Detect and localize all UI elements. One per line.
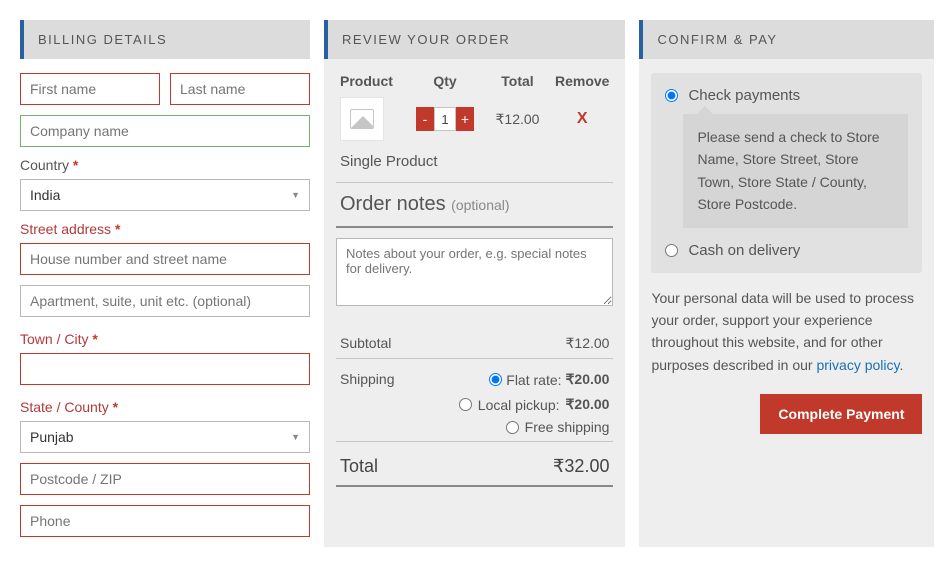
shipping-radio-local[interactable] bbox=[459, 398, 472, 411]
col-qty: Qty bbox=[410, 73, 480, 89]
product-name: Single Product bbox=[336, 151, 613, 178]
payment-option-cod[interactable]: Cash on delivery bbox=[665, 242, 908, 259]
shipping-price-local: ₹20.00 bbox=[566, 396, 610, 413]
state-select[interactable]: Punjab bbox=[20, 421, 310, 453]
total-value: ₹32.00 bbox=[553, 456, 610, 477]
review-header: REVIEW YOUR ORDER bbox=[324, 20, 625, 59]
subtotal-value: ₹12.00 bbox=[566, 335, 610, 352]
payment-label-cod: Cash on delivery bbox=[688, 242, 800, 259]
cart-row: - 1 + ₹12.00 X bbox=[336, 97, 613, 151]
order-notes-label: Order notes (optional) bbox=[336, 193, 613, 222]
product-thumbnail bbox=[340, 97, 384, 141]
country-select[interactable]: India bbox=[20, 179, 310, 211]
qty-stepper: - 1 + bbox=[416, 107, 474, 131]
privacy-notice: Your personal data will be used to proce… bbox=[639, 287, 934, 377]
payment-option-check[interactable]: Check payments bbox=[665, 87, 908, 104]
postcode-input[interactable] bbox=[20, 463, 310, 495]
first-name-input[interactable] bbox=[20, 73, 160, 105]
street2-input[interactable] bbox=[20, 285, 310, 317]
street1-input[interactable] bbox=[20, 243, 310, 275]
shipping-label-free: Free shipping bbox=[525, 419, 610, 435]
subtotal-row: Subtotal ₹12.00 bbox=[336, 333, 613, 354]
street-label: Street address * bbox=[20, 221, 310, 237]
payment-radio-cod[interactable] bbox=[665, 244, 678, 257]
payment-check-description: Please send a check to Store Name, Store… bbox=[683, 114, 908, 228]
shipping-label-flat: Flat rate: bbox=[506, 372, 561, 388]
review-table-header: Product Qty Total Remove bbox=[336, 73, 613, 97]
billing-column: BILLING DETAILS Country * India bbox=[20, 20, 310, 547]
shipping-radio-free[interactable] bbox=[506, 421, 519, 434]
total-row: Total ₹32.00 bbox=[336, 452, 613, 481]
shipping-label: Shipping bbox=[340, 371, 395, 387]
shipping-row: Shipping Flat rate: ₹20.00 bbox=[336, 369, 613, 390]
qty-value: 1 bbox=[434, 107, 456, 131]
shipping-price-flat: ₹20.00 bbox=[566, 371, 610, 388]
last-name-input[interactable] bbox=[170, 73, 310, 105]
payment-label-check: Check payments bbox=[688, 87, 800, 104]
shipping-label-local: Local pickup: bbox=[478, 397, 560, 413]
shipping-radio-flat[interactable] bbox=[489, 373, 502, 386]
col-product: Product bbox=[340, 73, 410, 89]
town-label: Town / City * bbox=[20, 331, 310, 347]
phone-input[interactable] bbox=[20, 505, 310, 537]
total-label: Total bbox=[340, 456, 378, 477]
state-label: State / County * bbox=[20, 399, 310, 415]
town-input[interactable] bbox=[20, 353, 310, 385]
col-remove: Remove bbox=[555, 73, 609, 89]
item-total: ₹12.00 bbox=[480, 111, 555, 128]
complete-payment-button[interactable]: Complete Payment bbox=[760, 394, 922, 434]
country-label: Country * bbox=[20, 157, 310, 173]
qty-plus-button[interactable]: + bbox=[456, 107, 474, 131]
qty-minus-button[interactable]: - bbox=[416, 107, 434, 131]
subtotal-label: Subtotal bbox=[340, 335, 391, 352]
privacy-policy-link[interactable]: privacy policy bbox=[816, 357, 899, 373]
confirm-column: CONFIRM & PAY Check payments Please send… bbox=[639, 20, 934, 547]
company-input[interactable] bbox=[20, 115, 310, 147]
payment-radio-check[interactable] bbox=[665, 89, 678, 102]
billing-header: BILLING DETAILS bbox=[20, 20, 310, 59]
payment-block: Check payments Please send a check to St… bbox=[651, 73, 922, 273]
remove-item-button[interactable]: X bbox=[577, 110, 588, 127]
order-notes-textarea[interactable] bbox=[336, 238, 613, 306]
review-column: REVIEW YOUR ORDER Product Qty Total Remo… bbox=[324, 20, 625, 547]
col-total: Total bbox=[480, 73, 555, 89]
confirm-header: CONFIRM & PAY bbox=[639, 20, 934, 59]
